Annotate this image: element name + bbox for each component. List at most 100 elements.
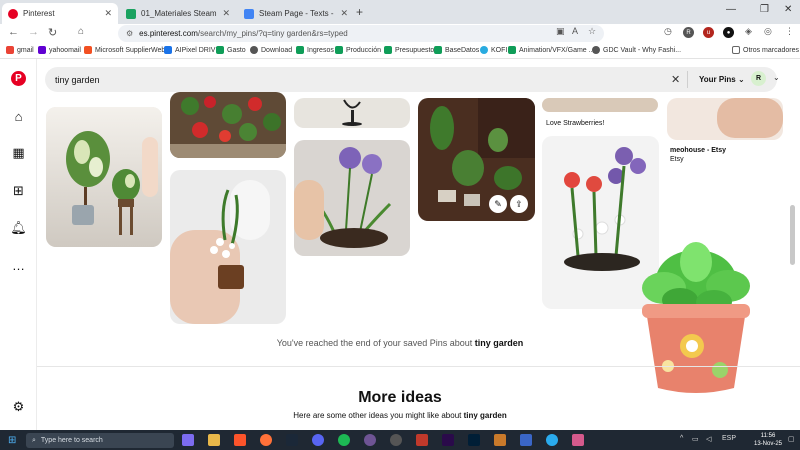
- other-bookmarks-folder[interactable]: Otros marcadores: [732, 46, 799, 54]
- extension-icon[interactable]: u: [703, 27, 714, 38]
- windows-start-icon[interactable]: ⊞: [8, 435, 16, 446]
- messages-icon[interactable]: …: [11, 258, 26, 273]
- lm-app-icon[interactable]: [494, 434, 506, 446]
- bookmark-presupuesto[interactable]: Presupuesto: [384, 46, 434, 54]
- create-icon[interactable]: ⊞: [11, 183, 26, 198]
- bookmark-produccion[interactable]: Producción: [335, 46, 381, 54]
- copilot-icon[interactable]: [182, 434, 194, 446]
- tab-title: Steam Page - Texts - Document: [259, 9, 336, 18]
- install-app-icon[interactable]: ▣: [556, 26, 565, 37]
- share-icon[interactable]: ⇪: [510, 195, 528, 213]
- steam-icon[interactable]: [286, 434, 298, 446]
- pin-lily-of-valley[interactable]: [170, 170, 286, 324]
- bookmark-kofi[interactable]: KOFI: [480, 46, 507, 54]
- bookmark-aipixel-drive[interactable]: AIPixel DRIVE: [164, 46, 220, 54]
- tab-google-sheets[interactable]: 01_Materiales Steam - Google D ✕: [120, 3, 236, 24]
- pin-miniature-hand[interactable]: [667, 98, 783, 140]
- profile-extension-icon[interactable]: R: [683, 27, 694, 38]
- menu-kebab-icon[interactable]: ⋮: [785, 26, 794, 37]
- sheets-icon: [434, 46, 442, 54]
- tab-google-docs[interactable]: Steam Page - Texts - Document ✕: [238, 3, 354, 24]
- firefox-icon[interactable]: [260, 434, 272, 446]
- forward-icon[interactable]: →: [28, 26, 39, 38]
- search-scope-dropdown[interactable]: Your Pins ⌄: [699, 75, 745, 84]
- network-icon[interactable]: ▭: [692, 435, 699, 443]
- close-window-icon[interactable]: ✕: [784, 4, 792, 15]
- back-icon[interactable]: ←: [8, 26, 19, 38]
- home-icon[interactable]: ⌂: [11, 109, 26, 124]
- bookmark-animation-vfx[interactable]: Animation/VFX/Game ...: [508, 46, 594, 54]
- extensions-puzzle-icon[interactable]: ◈: [745, 26, 752, 37]
- brave-icon[interactable]: [234, 434, 246, 446]
- edit-pin-icon[interactable]: ✎: [489, 195, 507, 213]
- tray-chevron-icon[interactable]: ^: [680, 435, 683, 442]
- pin-caption[interactable]: Love Strawberries!: [546, 120, 604, 127]
- site-info-icon[interactable]: ⚙: [126, 29, 133, 38]
- section-divider: [37, 366, 800, 367]
- photoshop-icon[interactable]: [468, 434, 480, 446]
- home-icon[interactable]: ⌂: [78, 26, 84, 37]
- bookmark-gdc-vault[interactable]: GDC Vault - Why Fashi...: [592, 46, 681, 54]
- pin-hanging-plant[interactable]: [294, 98, 410, 128]
- bookmark-gasto[interactable]: Gasto: [216, 46, 246, 54]
- page-scrollbar[interactable]: [790, 205, 795, 265]
- bookmark-label: AIPixel DRIVE: [175, 46, 221, 54]
- google-docs-favicon-icon: [244, 8, 254, 19]
- media-app-icon[interactable]: [416, 434, 428, 446]
- translate-icon[interactable]: A: [572, 26, 578, 36]
- search-input[interactable]: tiny garden ✕ Your Pins ⌄: [45, 67, 777, 92]
- notifications-icon[interactable]: ▢: [788, 435, 795, 443]
- reload-icon[interactable]: ↻: [48, 26, 57, 39]
- notifications-bell-icon[interactable]: 🔔︎: [10, 220, 27, 235]
- url-bar[interactable]: ⚙ es.pinterest.com /search/my_pins/?q=ti…: [118, 25, 604, 42]
- file-explorer-icon[interactable]: [208, 434, 220, 446]
- editor-app-icon[interactable]: [520, 434, 532, 446]
- succulent-pot-sticker: [630, 240, 760, 400]
- more-ideas-term: tiny garden: [463, 411, 507, 420]
- premiere-icon[interactable]: [442, 434, 454, 446]
- volume-icon[interactable]: ◁: [706, 435, 711, 443]
- bookmark-star-icon[interactable]: ☆: [588, 26, 596, 37]
- scope-label: Your Pins: [699, 75, 736, 84]
- bookmark-gmail[interactable]: gmail: [6, 46, 34, 54]
- pin-strawberries-top[interactable]: [542, 98, 658, 112]
- profile-icon[interactable]: ◎: [764, 26, 772, 37]
- taskbar-clock[interactable]: 11:56 13-Nov-25: [754, 432, 782, 448]
- explore-icon[interactable]: ▦: [11, 145, 26, 160]
- spotify-icon[interactable]: [338, 434, 350, 446]
- tab-pinterest[interactable]: Pinterest ✕: [2, 3, 118, 24]
- clear-search-icon[interactable]: ✕: [671, 73, 680, 86]
- language-indicator[interactable]: ESP: [722, 435, 736, 442]
- new-tab-button[interactable]: +: [356, 5, 363, 19]
- extension-badge-icon[interactable]: ●: [723, 27, 734, 38]
- minimize-icon[interactable]: —: [726, 4, 736, 15]
- pin-plant-shelf[interactable]: ✎ ⇪: [418, 98, 535, 221]
- pin-caption[interactable]: meohouse - Etsy: [670, 147, 726, 154]
- restore-icon[interactable]: ❐: [760, 4, 769, 15]
- bookmark-basedatos[interactable]: BaseDatos: [434, 46, 479, 54]
- account-chevron-down-icon[interactable]: ⌄: [773, 73, 780, 82]
- avatar[interactable]: R: [751, 71, 766, 86]
- pin-source[interactable]: Etsy: [670, 156, 684, 163]
- close-tab-icon[interactable]: ✕: [222, 8, 230, 19]
- pin-strawberry-wall[interactable]: [170, 92, 286, 158]
- bookmark-yahoomail[interactable]: yahoomail: [38, 46, 81, 54]
- pin-plant-on-stool[interactable]: [46, 107, 162, 247]
- unity-icon[interactable]: [390, 434, 402, 446]
- bookmark-ingresos[interactable]: Ingresos: [296, 46, 334, 54]
- pin-purple-allium[interactable]: [294, 140, 410, 256]
- chrome-pinterest-icon[interactable]: [572, 434, 584, 446]
- close-tab-icon[interactable]: ✕: [340, 8, 348, 19]
- discord-icon[interactable]: [312, 434, 324, 446]
- bookmark-download[interactable]: Download: [250, 46, 292, 54]
- pinterest-logo-icon[interactable]: P: [11, 71, 26, 86]
- bookmark-supplierweb[interactable]: Microsoft SupplierWeb: [84, 46, 165, 54]
- close-tab-icon[interactable]: ✕: [104, 8, 112, 19]
- pin-image: [667, 98, 783, 140]
- github-icon[interactable]: [364, 434, 376, 446]
- taskbar-search-input[interactable]: ⌕ Type here to search: [26, 433, 174, 448]
- telegram-icon[interactable]: [546, 434, 558, 446]
- history-icon[interactable]: ◷: [664, 26, 672, 37]
- bookmark-label: Ingresos: [307, 46, 334, 54]
- gmail-icon: [6, 46, 14, 54]
